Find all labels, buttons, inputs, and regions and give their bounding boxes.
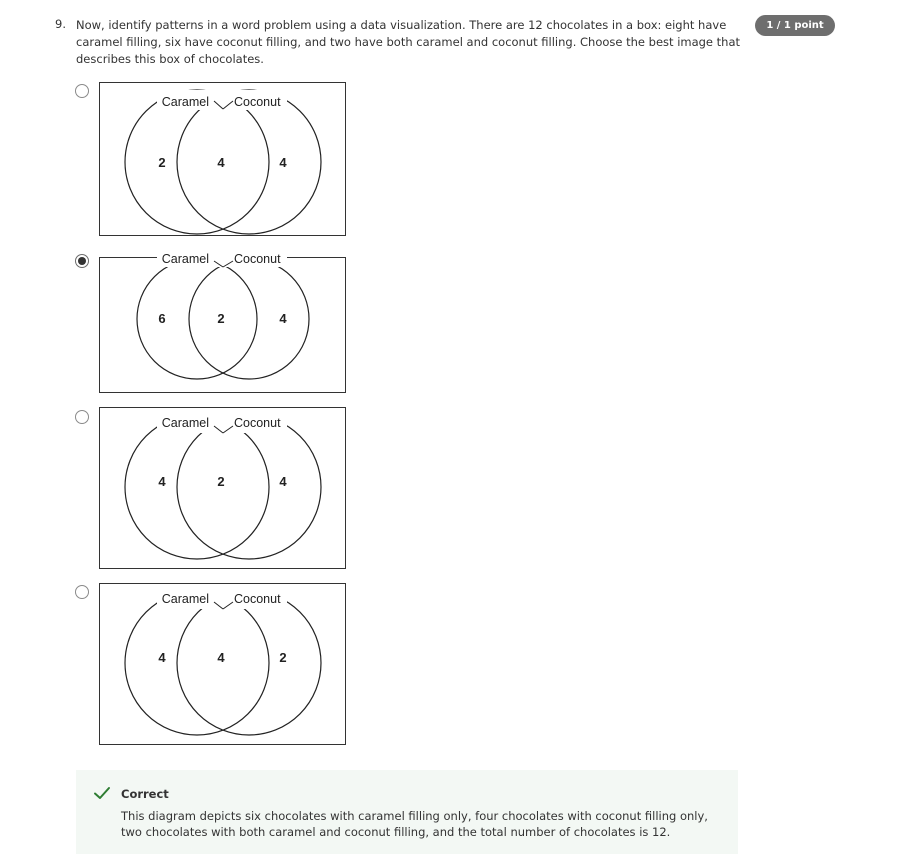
option-1-radio[interactable] [75,84,89,98]
feedback-explanation: This diagram depicts six chocolates with… [121,809,708,839]
venn-svg: Caramel Coconut 4 4 2 [124,589,322,736]
option-4-radio[interactable] [75,585,89,599]
caramel-only-value: 4 [158,650,166,665]
question-text: Now, identify patterns in a word problem… [76,18,741,66]
caramel-only-value: 2 [158,155,165,170]
option-2-radio[interactable] [75,254,89,268]
caramel-only-value: 4 [158,474,166,489]
caramel-circle [136,258,258,380]
both-value: 2 [217,474,224,489]
coconut-only-value: 4 [279,311,287,326]
feedback-status: Correct [121,787,169,801]
points-badge: 1 / 1 point [755,15,835,36]
option-2-venn-diagram[interactable]: Caramel Coconut 6 2 4 [99,252,346,393]
venn-svg: Caramel Coconut 2 4 4 [124,89,322,235]
caramel-label: Caramel [162,592,209,606]
venn-svg: Caramel Coconut 6 2 4 [136,252,310,380]
coconut-label: Coconut [234,416,281,430]
coconut-circle [188,258,310,380]
option-4-venn-diagram[interactable]: Caramel Coconut 4 4 2 [99,583,346,745]
venn-svg: Caramel Coconut 4 2 4 [124,413,322,560]
coconut-only-value: 4 [279,155,287,170]
caramel-label: Caramel [162,252,209,266]
caramel-only-value: 6 [158,311,165,326]
option-1-venn-diagram[interactable]: Caramel Coconut 2 4 4 [99,82,346,236]
question-number: 9. [55,17,66,31]
coconut-label: Coconut [234,252,281,266]
check-icon [93,784,111,806]
caramel-label: Caramel [162,416,209,430]
option-3-venn-diagram[interactable]: Caramel Coconut 4 2 4 [99,407,346,569]
caramel-label: Caramel [162,95,209,109]
both-value: 4 [217,650,225,665]
both-value: 2 [217,311,224,326]
feedback-panel: Correct This diagram depicts six chocola… [76,770,738,854]
coconut-only-value: 2 [279,650,286,665]
coconut-label: Coconut [234,592,281,606]
option-3-radio[interactable] [75,410,89,424]
coconut-only-value: 4 [279,474,287,489]
both-value: 4 [217,155,225,170]
coconut-label: Coconut [234,95,281,109]
